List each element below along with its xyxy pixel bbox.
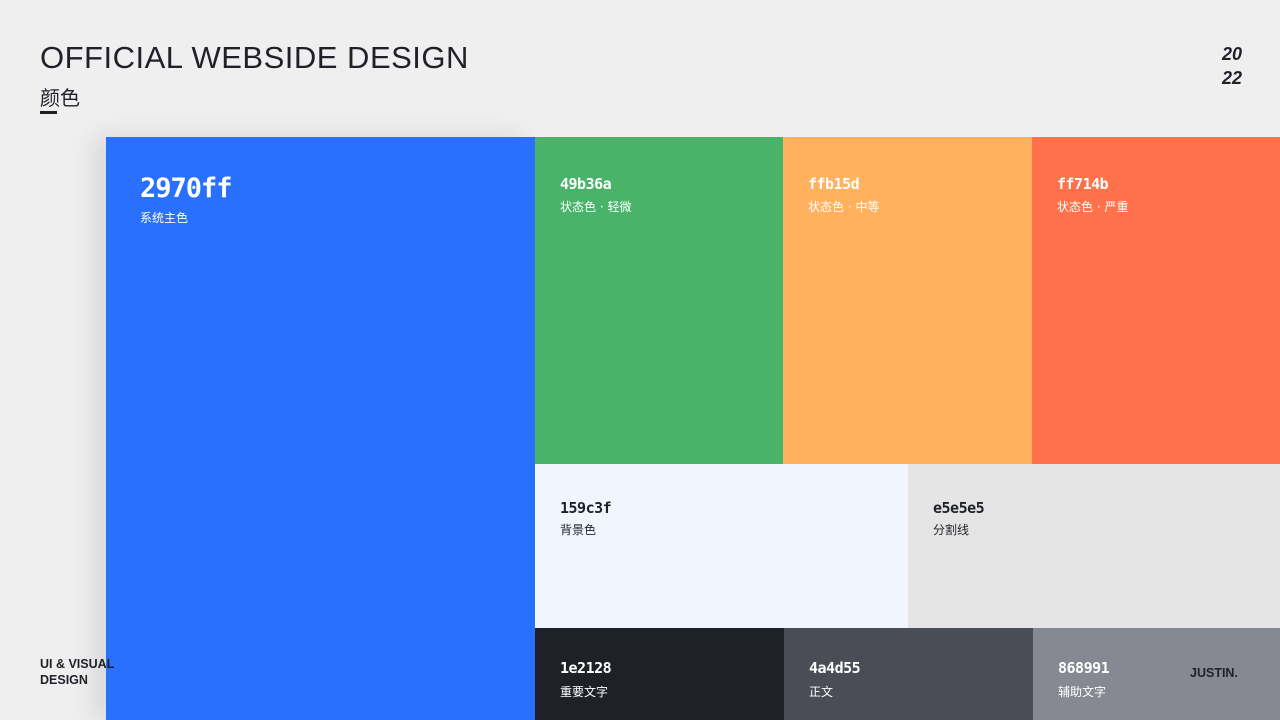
swatch-hex: 159c3f	[560, 499, 612, 517]
swatch-hex: ff714b	[1057, 175, 1109, 193]
swatch-status-severe: ff714b 状态色 · 严重	[1032, 137, 1280, 464]
swatch-label: 状态色 · 轻微	[560, 200, 632, 214]
swatch-label: 正文	[809, 685, 834, 699]
swatch-hex: 1e2128	[560, 659, 612, 677]
swatch-label: 背景色	[560, 523, 597, 537]
footer-caption-line-2: DESIGN	[40, 673, 88, 687]
swatch-label: 辅助文字	[1058, 685, 1107, 699]
swatch-hex: e5e5e5	[933, 499, 985, 517]
swatch-label: 状态色 · 严重	[1057, 200, 1129, 214]
swatch-label: 状态色 · 中等	[808, 200, 880, 214]
swatch-hex: 2970ff	[140, 173, 233, 204]
swatch-label: 系统主色	[140, 211, 189, 225]
swatch-text-secondary: 868991 辅助文字	[1033, 628, 1280, 720]
swatch-label: 重要文字	[560, 685, 609, 699]
footer-caption-line-1: UI & VISUAL	[40, 657, 115, 671]
swatch-divider: e5e5e5 分割线	[908, 464, 1280, 628]
swatch-primary: 2970ff 系统主色	[106, 137, 535, 720]
swatch-status-light: 49b36a 状态色 · 轻微	[535, 137, 783, 464]
color-palette: 2970ff 系统主色 49b36a 状态色 · 轻微 ffb15d 状态色 ·…	[0, 0, 1280, 720]
footer-caption: UI & VISUAL DESIGN	[40, 656, 114, 688]
swatch-background: 159c3f 背景色	[535, 464, 908, 628]
swatch-hex: 49b36a	[560, 175, 612, 193]
swatch-status-medium: ffb15d 状态色 · 中等	[783, 137, 1032, 464]
swatch-text-body: 4a4d55 正文	[784, 628, 1033, 720]
swatch-hex: 868991	[1058, 659, 1110, 677]
swatch-text-important: 1e2128 重要文字	[535, 628, 784, 720]
author-signature: JUSTIN.	[1190, 666, 1238, 680]
swatch-hex: 4a4d55	[809, 659, 861, 677]
swatch-label: 分割线	[933, 523, 970, 537]
swatch-hex: ffb15d	[808, 175, 860, 193]
